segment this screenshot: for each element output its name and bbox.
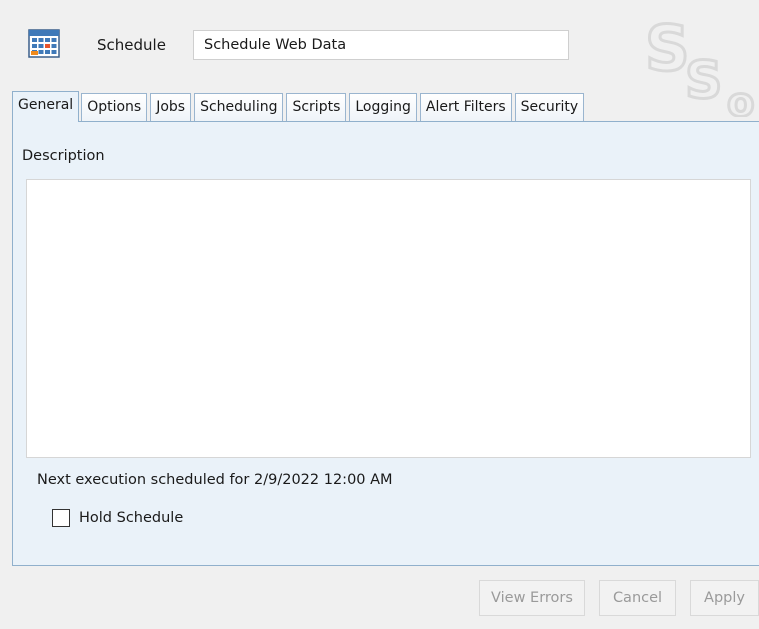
view-errors-button[interactable]: View Errors — [479, 580, 585, 616]
dialog-header: Schedule S S o — [0, 0, 759, 117]
hold-schedule-checkbox[interactable] — [52, 509, 70, 527]
product-watermark-logo: S S o — [645, 12, 756, 117]
next-execution-text: Next execution scheduled for 2/9/2022 12… — [37, 472, 393, 488]
tab-scheduling[interactable]: Scheduling — [194, 93, 284, 122]
tab-logging[interactable]: Logging — [349, 93, 417, 122]
description-label: Description — [22, 148, 105, 164]
watermark-letter-s1: S — [645, 12, 690, 85]
watermark-letter-s2: S — [685, 51, 722, 111]
watermark-letter-o: o — [727, 80, 754, 117]
schedule-label: Schedule — [97, 36, 166, 54]
tab-strip: General Options Jobs Scheduling Scripts … — [12, 91, 587, 122]
tab-jobs[interactable]: Jobs — [150, 93, 192, 122]
tab-options[interactable]: Options — [81, 93, 148, 122]
schedule-name-input[interactable] — [193, 30, 569, 60]
hold-schedule-row[interactable]: Hold Schedule — [52, 509, 183, 527]
tab-general[interactable]: General — [12, 91, 80, 122]
cancel-button[interactable]: Cancel — [599, 580, 676, 616]
hold-schedule-label[interactable]: Hold Schedule — [79, 510, 183, 526]
tab-alert-filters[interactable]: Alert Filters — [419, 93, 512, 122]
schedule-calendar-icon — [28, 29, 60, 58]
tab-scripts[interactable]: Scripts — [286, 93, 347, 122]
tab-security[interactable]: Security — [514, 93, 585, 122]
description-textarea[interactable] — [26, 179, 751, 458]
apply-button[interactable]: Apply — [690, 580, 759, 616]
